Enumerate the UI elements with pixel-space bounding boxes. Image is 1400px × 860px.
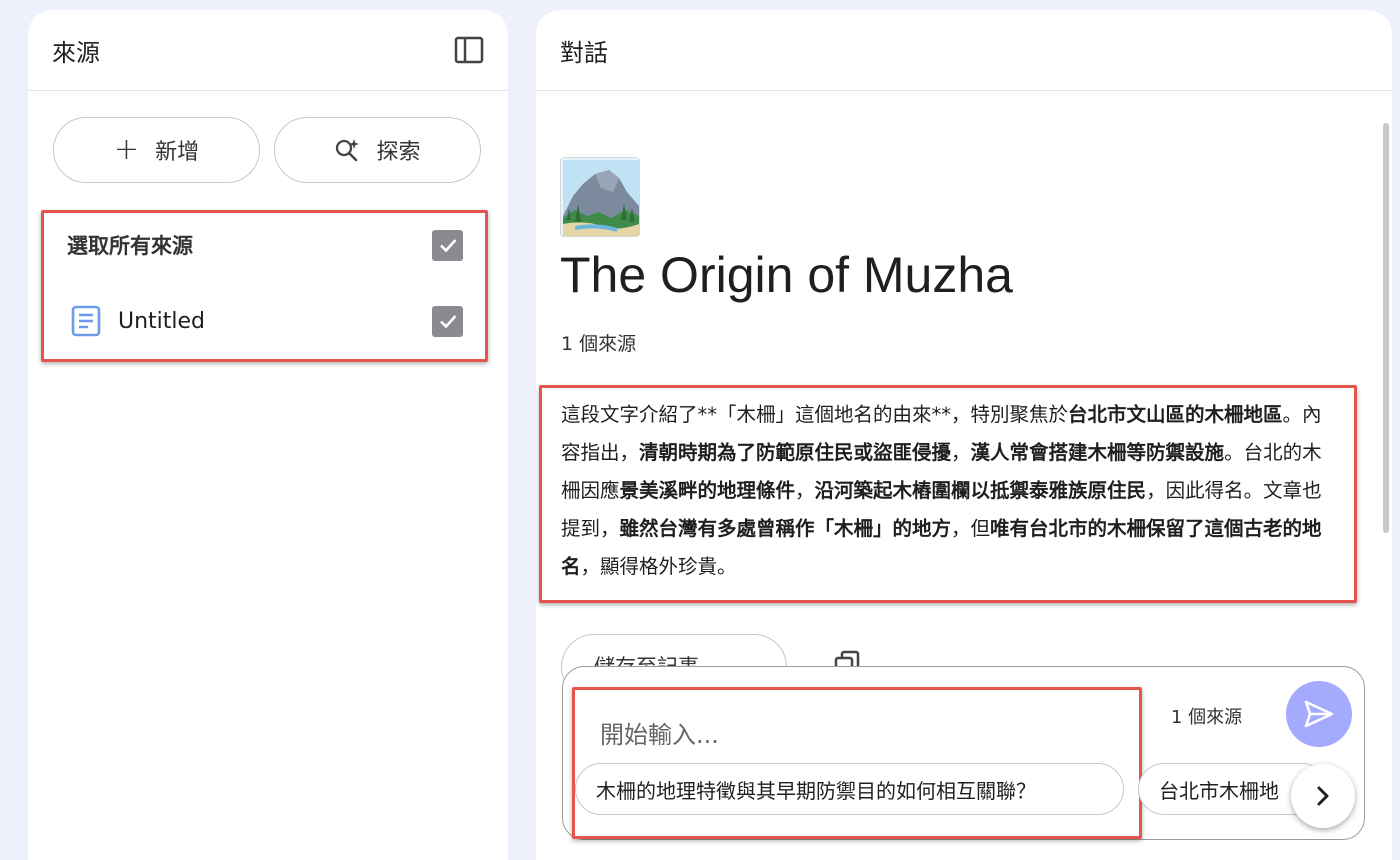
sources-header: 來源 <box>28 10 508 91</box>
summary-segment: ，顯得格外珍貴。 <box>580 555 737 578</box>
summary-segment: ， <box>951 441 971 464</box>
add-source-button[interactable]: + 新增 <box>53 117 260 183</box>
next-suggestions-button[interactable] <box>1291 764 1355 828</box>
send-button[interactable] <box>1286 681 1352 747</box>
summary-bold-segment: 雖然台灣有多處曾稱作「木柵」的地方 <box>619 517 952 540</box>
source-item-checkbox[interactable] <box>432 305 463 337</box>
chat-header: 對話 <box>536 10 1392 91</box>
select-all-label: 選取所有來源 <box>67 234 193 258</box>
notebook-title: The Origin of Muzha <box>560 247 1013 303</box>
notebook-source-count: 1 個來源 <box>561 333 637 355</box>
check-icon <box>439 315 456 329</box>
select-all-checkbox[interactable] <box>432 229 463 261</box>
check-icon <box>439 239 456 253</box>
landscape-icon <box>561 158 639 236</box>
send-icon <box>1304 700 1334 728</box>
search-sparkle-icon <box>336 139 360 162</box>
chat-panel: 對話 The Origin of Muzha 1 個來源 這段文字介紹了**「木… <box>536 10 1392 860</box>
composer: 1 個來源 木柵的地理特徵與其早期防禦目的如何相互關聯？ 台北市木柵地 <box>562 666 1365 840</box>
chevron-right-icon <box>1317 786 1329 806</box>
sources-panel: 來源 + 新增 探索 選取所有來源 Untitled <box>28 10 508 860</box>
document-icon <box>71 305 101 337</box>
summary-bold-segment: 沿河築起木樁圍欄以抵禦泰雅族原住民 <box>814 479 1147 502</box>
source-selection-highlight: 選取所有來源 Untitled <box>41 210 488 362</box>
explore-label: 探索 <box>376 140 421 165</box>
source-actions: + 新增 探索 <box>53 117 481 183</box>
summary-bold-segment: 漢人常會搭建木柵等防禦設施 <box>970 441 1225 464</box>
source-item[interactable]: Untitled <box>44 301 485 341</box>
summary-bold-segment: 台北市文山區的木柵地區 <box>1068 403 1283 426</box>
summary-bold-segment: 景美溪畔的地理條件 <box>619 479 796 502</box>
composer-source-count: 1 個來源 <box>1171 707 1243 728</box>
summary-segment: 這段文字介紹了**「木柵」這個地名的由來**，特別聚焦於 <box>561 403 1069 426</box>
sources-title: 來源 <box>52 38 100 67</box>
summary-segment: ，但 <box>951 517 991 540</box>
notebook-cover-image <box>560 157 640 237</box>
summary-bold-segment: 清朝時期為了防範原住民或盜匪侵擾 <box>639 441 952 464</box>
notebook-summary: 這段文字介紹了**「木柵」這個地名的由來**，特別聚焦於台北市文山區的木柵地區。… <box>539 385 1357 603</box>
suggestion-chip[interactable]: 木柵的地理特徵與其早期防禦目的如何相互關聯？ <box>575 763 1124 815</box>
plus-icon: + <box>113 132 140 167</box>
chat-scrollbar[interactable] <box>1383 123 1389 533</box>
source-item-label: Untitled <box>118 308 206 334</box>
summary-segment: ， <box>795 479 815 502</box>
explore-button[interactable]: 探索 <box>274 117 481 183</box>
add-source-label: 新增 <box>155 140 200 165</box>
chat-input[interactable] <box>600 715 1100 755</box>
collapse-panel-icon[interactable] <box>454 35 484 65</box>
select-all-row[interactable]: 選取所有來源 <box>44 227 485 263</box>
chat-title: 對話 <box>560 38 608 67</box>
